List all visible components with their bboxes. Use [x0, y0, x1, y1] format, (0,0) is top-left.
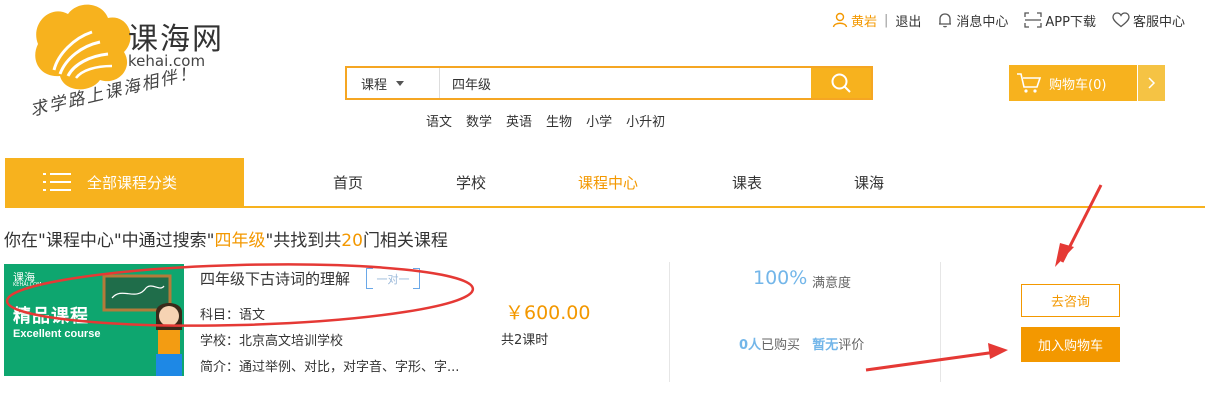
thumbnail-logo-sub: KEHAI.COM [13, 282, 42, 288]
nav-school[interactable]: 学校 [456, 172, 486, 193]
customer-service-label: 客服中心 [1132, 14, 1185, 30]
add-to-cart-button[interactable]: 加入购物车 [1021, 327, 1120, 362]
search-input[interactable] [440, 68, 811, 98]
app-download-label: APP下载 [1045, 14, 1096, 30]
menu-icon [43, 173, 71, 191]
satisfaction-label: 满意度 [812, 276, 852, 291]
bell-icon [939, 13, 952, 28]
course-subject: 科目：语文 [200, 308, 266, 323]
hot-keyword[interactable]: 英语 [506, 111, 532, 130]
scan-icon [1024, 12, 1043, 28]
result-middle: "共找到共 [265, 231, 342, 251]
course-intro: 简介：通过举例、对比，对字音、字形、字... [200, 360, 460, 375]
hot-keyword[interactable]: 小学 [586, 111, 612, 130]
search-result-summary: 你在"课程中心"中通过搜索"四年级"共找到共20门相关课程 [4, 226, 448, 251]
username: 黄岩 [850, 14, 877, 30]
nav-schedule[interactable]: 课表 [732, 172, 762, 193]
nav-divider [5, 206, 1205, 208]
separator: | [883, 12, 889, 28]
course-stats: 0人已购买 暂无评价 [739, 334, 864, 353]
heart-icon [1112, 12, 1130, 28]
hot-keywords: 语文 数学 英语 生物 小学 小升初 [426, 111, 679, 130]
user-link[interactable]: 黄岩 [832, 11, 877, 30]
course-thumbnail[interactable]: 课海 KEHAI.COM 精品课程 Excellent course [4, 264, 184, 376]
result-suffix: 门相关课程 [362, 231, 448, 251]
cart-icon [1009, 72, 1049, 94]
course-type-tag: 一对一 [366, 268, 420, 289]
course-school: 学校：北京高文培训学校 [200, 334, 344, 349]
chevron-right-icon [1137, 65, 1165, 101]
message-center-link[interactable]: 消息中心 [937, 11, 1008, 30]
logout-link[interactable]: 退出 [895, 11, 921, 30]
top-links: 黄岩 | 退出 消息中心 APP下载 客服中心 [832, 11, 1185, 30]
satisfaction-rate: 100% [753, 267, 808, 289]
column-divider [669, 262, 670, 382]
thumbnail-title: 精品课程 [13, 306, 89, 327]
result-count: 20 [341, 231, 363, 251]
reviews-status: 暂无 [812, 338, 839, 353]
all-categories-button[interactable]: 全部课程分类 [5, 158, 244, 206]
result-keyword: 四年级 [214, 231, 266, 251]
annotation-arrow [1055, 184, 1103, 267]
search-category-label: 课程 [361, 77, 388, 93]
all-categories-label: 全部课程分类 [87, 173, 178, 192]
search-button[interactable] [811, 68, 871, 98]
cart-button[interactable]: 购物车(0) [1009, 65, 1165, 101]
search-category-select[interactable]: 课程 [347, 68, 440, 98]
hot-keyword[interactable]: 小升初 [626, 111, 665, 130]
search-bar: 课程 [345, 66, 873, 100]
dropdown-arrow-icon [396, 80, 405, 86]
course-price: ￥600.00 [505, 302, 591, 324]
buyers-count: 0人 [739, 338, 762, 353]
consult-button[interactable]: 去咨询 [1021, 284, 1120, 317]
nav-kehai[interactable]: 课海 [854, 172, 884, 193]
user-icon [832, 12, 848, 28]
app-download-link[interactable]: APP下载 [1024, 11, 1096, 30]
nav-course-center[interactable]: 课程中心 [578, 172, 638, 193]
course-lessons: 共2课时 [501, 333, 549, 348]
message-center-label: 消息中心 [956, 14, 1009, 30]
hot-keyword[interactable]: 数学 [466, 111, 492, 130]
cart-label: 购物车(0) [1049, 77, 1107, 93]
teacher-figure-icon [156, 303, 182, 376]
result-prefix: 你在"课程中心"中通过搜索" [4, 231, 215, 251]
nav-home[interactable]: 首页 [333, 172, 363, 193]
search-icon [831, 73, 851, 93]
reviews-label: 评价 [838, 338, 865, 353]
customer-service-link[interactable]: 客服中心 [1112, 11, 1185, 30]
hot-keyword[interactable]: 语文 [426, 111, 452, 130]
annotation-arrow [865, 343, 1008, 372]
buyers-label: 已购买 [761, 338, 801, 353]
thumbnail-subtitle: Excellent course [13, 328, 101, 340]
hot-keyword[interactable]: 生物 [546, 111, 572, 130]
column-divider [940, 262, 941, 382]
course-title[interactable]: 四年级下古诗词的理解 [200, 268, 350, 289]
